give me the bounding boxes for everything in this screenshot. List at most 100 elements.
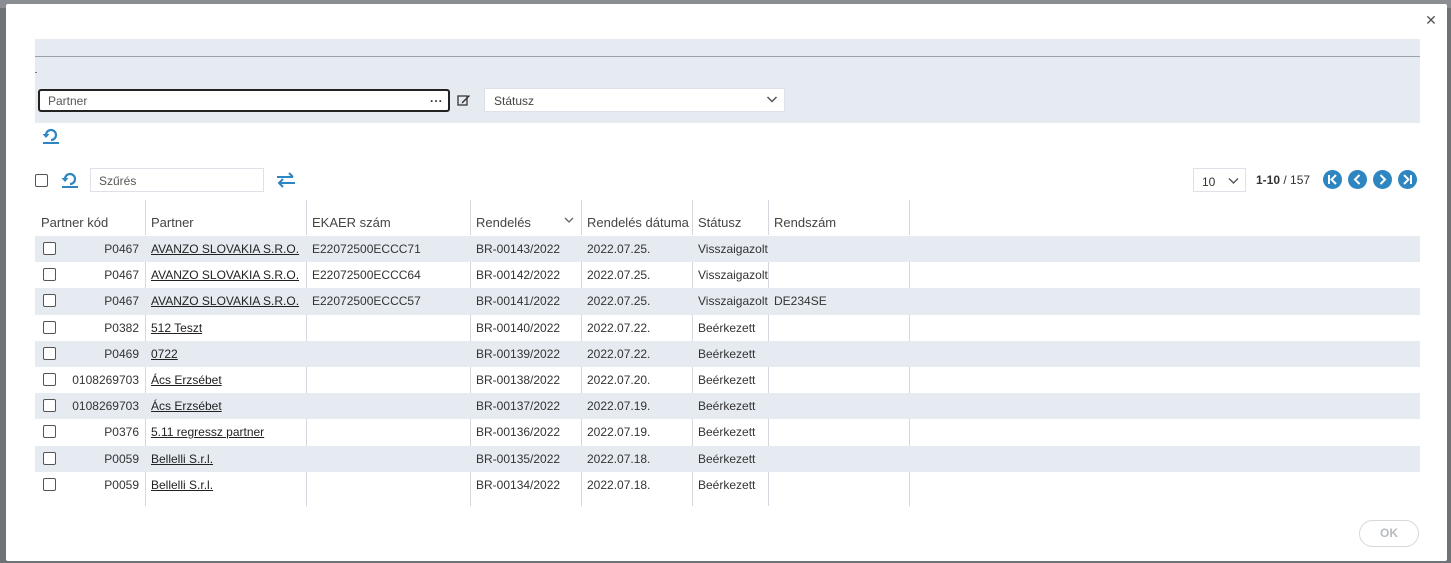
partner-cell[interactable]: 5.11 regressz partner xyxy=(145,419,306,445)
ekaer-cell: E22072500ECCC57 xyxy=(312,294,421,309)
page-range: 1-10 xyxy=(1256,173,1281,187)
col-header-status[interactable]: Státusz xyxy=(692,200,768,236)
ekaer-cell xyxy=(306,341,470,367)
partner-link[interactable]: Ács Erzsébet xyxy=(151,399,222,413)
table-body: P0467 AVANZO SLOVAKIA S.R.O. E22072500ECCC… xyxy=(35,236,1420,498)
status-cell: Beérkezett xyxy=(698,399,756,414)
page-total: 157 xyxy=(1290,173,1311,187)
order-date-cell: 2022.07.22. xyxy=(587,320,651,335)
ekaer-cell xyxy=(306,419,470,445)
col-header-plate[interactable]: Rendszám xyxy=(768,200,909,236)
plate-cell xyxy=(768,393,909,419)
status-cell: Beérkezett xyxy=(698,451,756,466)
edit-icon[interactable] xyxy=(457,93,471,107)
order-cell: BR-00139/2022 xyxy=(476,346,561,361)
table-row[interactable]: P0469 0722 BR-00139/2022 2022.07.22. Beérkez… xyxy=(35,340,1420,367)
col-header-partner[interactable]: Partner xyxy=(145,200,306,236)
page-size-select[interactable]: 10 xyxy=(1193,168,1246,192)
order-date-cell: 2022.07.20. xyxy=(587,372,651,387)
ekaer-cell: E22072500ECCC71 xyxy=(312,242,421,256)
table-row[interactable]: 0108269703 Ács Erzsébet BR-00137/2022 2022.… xyxy=(35,393,1420,420)
partner-link[interactable]: 0722 xyxy=(151,347,178,361)
partner-cell[interactable]: 512 Teszt xyxy=(145,315,306,341)
partner-code-cell: P0469 xyxy=(104,346,139,361)
next-page-icon[interactable] xyxy=(1373,170,1392,189)
col-header-partner-code[interactable]: Partner kód xyxy=(35,200,145,236)
partner-code-cell: P0467 xyxy=(104,294,139,309)
partner-cell[interactable]: Bellelli S.r.l. xyxy=(145,472,306,498)
reset-filter-icon[interactable] xyxy=(41,125,61,145)
col-header-ekaer[interactable]: EKAER szám xyxy=(306,200,470,236)
ekaer-cell xyxy=(306,315,470,341)
table-row[interactable]: P0059 Bellelli S.r.l. BR-00135/2022 2022.07… xyxy=(35,445,1420,472)
order-cell: BR-00137/2022 xyxy=(476,399,561,414)
partner-link[interactable]: AVANZO SLOVAKIA S.R.O. xyxy=(151,242,299,256)
partner-cell[interactable]: Ács Erzsébet xyxy=(145,367,306,393)
order-cell: BR-00142/2022 xyxy=(476,268,561,283)
order-date-cell: 2022.07.22. xyxy=(587,346,651,361)
order-cell: BR-00143/2022 xyxy=(476,242,561,256)
partner-code-cell: P0382 xyxy=(104,320,139,335)
ok-button[interactable]: OK xyxy=(1359,520,1419,547)
sort-desc-icon[interactable] xyxy=(564,213,574,223)
partner-link[interactable]: 5.11 regressz partner xyxy=(151,425,264,439)
partner-code-cell: P0376 xyxy=(104,425,139,440)
partner-cell[interactable]: AVANZO SLOVAKIA S.R.O. xyxy=(145,262,306,288)
order-date-cell: 2022.07.25. xyxy=(587,268,651,283)
table-row[interactable]: P0376 5.11 regressz partner BR-00136/2022 2… xyxy=(35,419,1420,445)
select-all-checkbox[interactable] xyxy=(35,174,48,187)
order-cell: BR-00140/2022 xyxy=(476,320,561,335)
partner-code-cell: P0467 xyxy=(104,268,139,283)
search-input[interactable]: Szűrés xyxy=(90,168,264,192)
prev-page-icon[interactable] xyxy=(1348,170,1367,189)
partner-lookup-button[interactable]: ... xyxy=(430,91,443,105)
table-row[interactable]: P0059 Bellelli S.r.l. BR-00134/2022 2022.07… xyxy=(35,472,1420,498)
order-cell: BR-00138/2022 xyxy=(476,372,561,387)
order-date-cell: 2022.07.18. xyxy=(587,451,651,466)
filter-panel: Partner ... Státusz xyxy=(35,39,1420,123)
partner-cell[interactable]: Ács Erzsébet xyxy=(145,393,306,419)
partner-link[interactable]: Bellelli S.r.l. xyxy=(151,478,213,492)
partner-link[interactable]: 512 Teszt xyxy=(151,321,202,335)
status-select[interactable]: Státusz xyxy=(484,88,785,112)
table-row[interactable]: P0467 AVANZO SLOVAKIA S.R.O. E22072500ECCC… xyxy=(35,236,1420,263)
partner-code-cell: P0467 xyxy=(104,242,139,256)
table-row[interactable]: P0382 512 Teszt BR-00140/2022 2022.07.22. Be… xyxy=(35,315,1420,341)
plate-cell xyxy=(768,262,909,288)
partner-cell[interactable]: AVANZO SLOVAKIA S.R.O. xyxy=(145,288,306,314)
table-row[interactable]: P0467 AVANZO SLOVAKIA S.R.O. E22072500ECCC… xyxy=(35,262,1420,288)
status-cell: Beérkezett xyxy=(698,425,756,440)
partner-code-cell: 0108269703 xyxy=(72,399,139,414)
partner-code-cell: P0059 xyxy=(104,477,139,492)
partner-cell[interactable]: 0722 xyxy=(145,341,306,367)
plate-cell xyxy=(768,419,909,445)
table-row[interactable]: 0108269703 Ács Erzsébet BR-00138/2022 2022.… xyxy=(35,367,1420,393)
partner-placeholder: Partner xyxy=(48,94,88,108)
partner-code-cell: 0108269703 xyxy=(72,372,139,387)
ekaer-cell xyxy=(306,393,470,419)
plate-cell xyxy=(768,341,909,367)
page-size-value: 10 xyxy=(1202,175,1216,189)
partner-cell[interactable]: Bellelli S.r.l. xyxy=(145,446,306,472)
table-header: Partner kód Partner EKAER szám Rendelés … xyxy=(35,200,1420,236)
refresh-icon[interactable] xyxy=(60,169,80,189)
table-row[interactable]: P0467 AVANZO SLOVAKIA S.R.O. E22072500ECCC… xyxy=(35,288,1420,315)
plate-cell xyxy=(768,472,909,498)
status-cell: Visszaigazolt xyxy=(698,268,768,283)
last-page-icon[interactable] xyxy=(1398,170,1417,189)
search-placeholder: Szűrés xyxy=(99,174,137,188)
status-cell: Beérkezett xyxy=(698,346,756,361)
partner-link[interactable]: AVANZO SLOVAKIA S.R.O. xyxy=(151,294,299,308)
col-header-order-date[interactable]: Rendelés dátuma xyxy=(581,200,692,236)
close-icon[interactable]: ✕ xyxy=(1423,12,1439,28)
partner-link[interactable]: Ács Erzsébet xyxy=(151,373,222,387)
status-cell: Beérkezett xyxy=(698,320,756,335)
partner-link[interactable]: Bellelli S.r.l. xyxy=(151,452,213,466)
plate-cell xyxy=(768,367,909,393)
partner-cell[interactable]: AVANZO SLOVAKIA S.R.O. xyxy=(145,236,306,262)
first-page-icon[interactable] xyxy=(1323,170,1342,189)
orders-table: Partner kód Partner EKAER szám Rendelés … xyxy=(35,200,1420,498)
partner-link[interactable]: AVANZO SLOVAKIA S.R.O. xyxy=(151,268,299,282)
swap-icon[interactable] xyxy=(275,170,297,190)
partner-input[interactable]: Partner ... xyxy=(38,89,450,112)
